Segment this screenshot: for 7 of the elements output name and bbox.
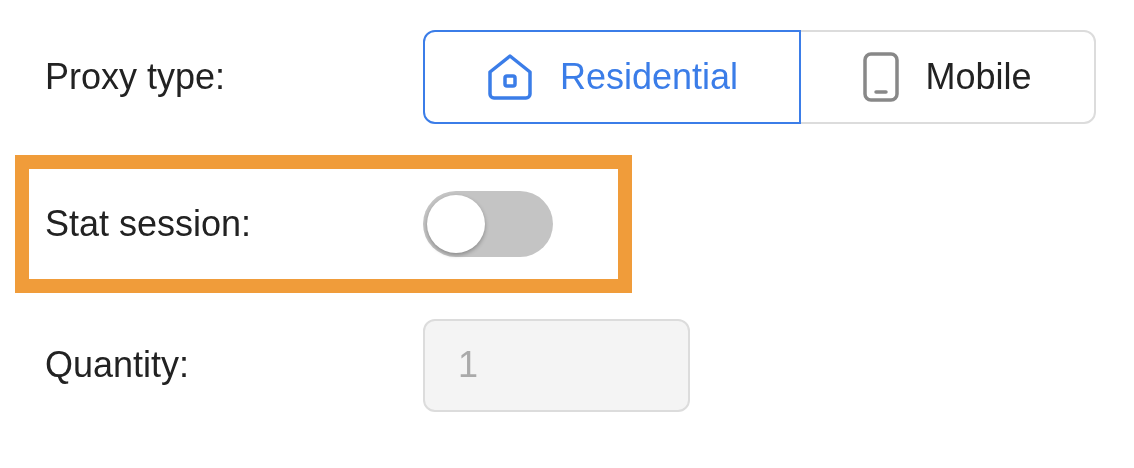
- field-label: Quantity:: [45, 344, 191, 386]
- home-icon: [485, 52, 534, 102]
- field-label: Proxy type:: [45, 56, 227, 98]
- proxy-type-option[interactable]: Residential: [423, 30, 801, 124]
- phone-icon: [863, 52, 900, 102]
- proxy-type-option[interactable]: Mobile: [799, 30, 1096, 124]
- field-label: Stat session:: [45, 203, 253, 245]
